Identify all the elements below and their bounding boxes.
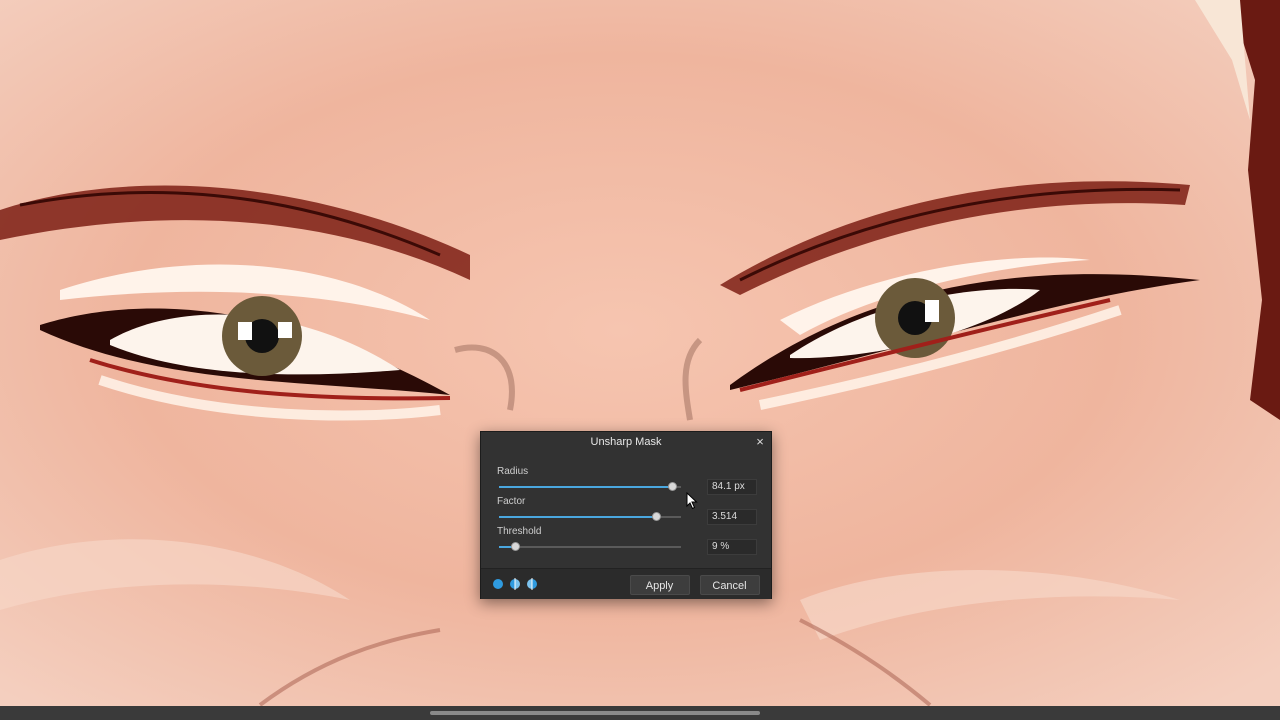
- radius-value-field[interactable]: 84.1 px: [707, 479, 757, 495]
- photo-canvas[interactable]: [0, 0, 1280, 706]
- threshold-slider[interactable]: [499, 541, 681, 553]
- dialog-footer: Apply Cancel: [481, 568, 771, 599]
- threshold-slider-knob[interactable]: [511, 542, 520, 551]
- horizontal-scrollbar-thumb[interactable]: [430, 711, 760, 715]
- apply-button[interactable]: Apply: [629, 575, 690, 595]
- preview-split-icon[interactable]: [509, 578, 521, 590]
- threshold-value-field[interactable]: 9 %: [707, 539, 757, 555]
- preview-mirror-icon[interactable]: [526, 578, 538, 590]
- factor-slider[interactable]: [499, 511, 681, 523]
- mouse-cursor-icon: [686, 492, 698, 510]
- factor-label: Factor: [497, 496, 526, 507]
- cancel-button[interactable]: Cancel: [699, 575, 760, 595]
- threshold-slider-track: [499, 546, 681, 548]
- radius-label: Radius: [497, 466, 529, 477]
- radius-slider-fill: [499, 486, 672, 488]
- close-button[interactable]: ×: [753, 435, 767, 449]
- radius-slider-knob[interactable]: [668, 482, 677, 491]
- factor-slider-fill: [499, 516, 656, 518]
- radius-slider[interactable]: [499, 481, 681, 493]
- dialog-title: Unsharp Mask: [590, 436, 662, 448]
- horizontal-scrollbar[interactable]: [0, 706, 1280, 720]
- photo-artwork: [0, 0, 1280, 706]
- unsharp-mask-dialog: Unsharp Mask × Radius 84.1 px Factor 3.5…: [480, 431, 772, 599]
- preview-full-icon[interactable]: [492, 578, 504, 590]
- factor-slider-knob[interactable]: [652, 512, 661, 521]
- factor-value-field[interactable]: 3.514: [707, 509, 757, 525]
- threshold-label: Threshold: [497, 526, 542, 537]
